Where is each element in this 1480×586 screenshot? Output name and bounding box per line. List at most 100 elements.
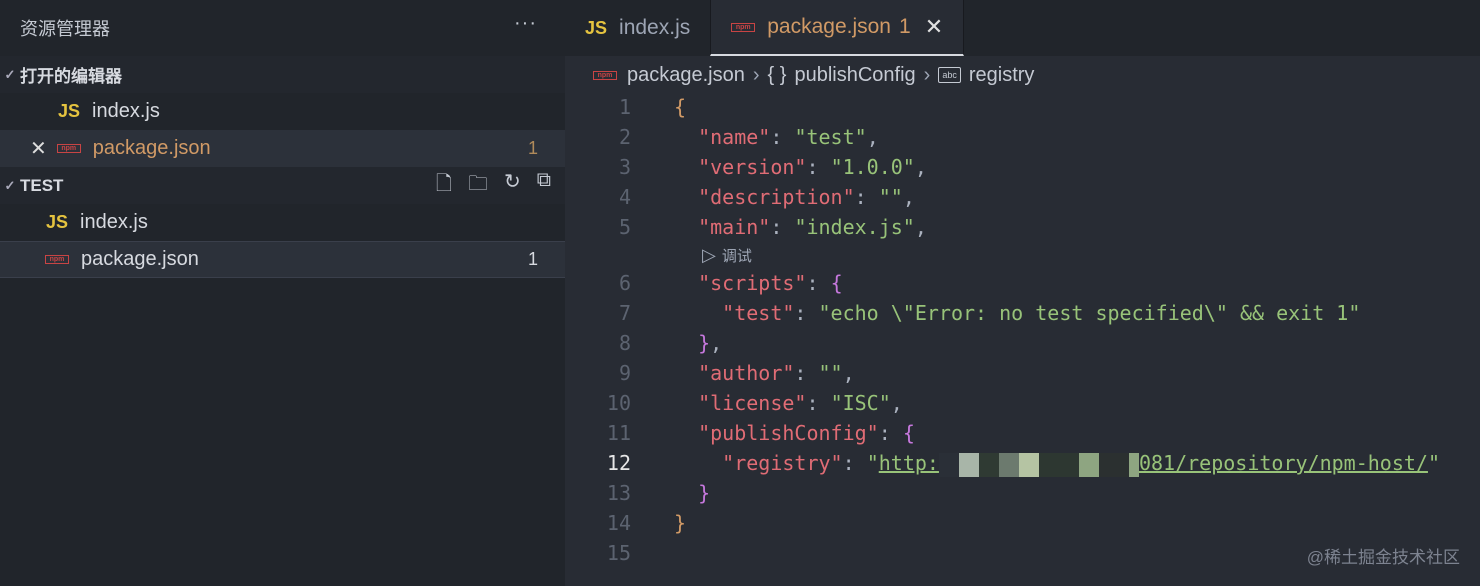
token: "publishConfig" [698, 421, 879, 445]
js-file-icon: JS [585, 17, 608, 38]
line-number: 8 [618, 331, 631, 355]
token: : [806, 271, 831, 295]
token: : [794, 301, 819, 325]
code-text: "license": "ISC", [674, 388, 903, 418]
code-text: "test": "echo \"Error: no test specified… [674, 298, 1360, 328]
token: , [914, 155, 927, 179]
token: "test" [722, 301, 795, 325]
breadcrumb-file[interactable]: package.json [627, 64, 745, 87]
token: "name" [698, 125, 771, 149]
refresh-icon[interactable]: ↻ [504, 169, 521, 203]
code-line: 4 "description": "", [565, 182, 1480, 212]
open-editors-header[interactable]: ✓ 打开的编辑器 [0, 56, 565, 93]
codelens-label: 调试 [721, 248, 752, 265]
explorer-sidebar: 资源管理器 ··· ✓ 打开的编辑器 JS index.js ✕ npm package… [0, 0, 565, 586]
code-line: 9 "author": "", [565, 358, 1480, 388]
close-icon[interactable]: ✕ [30, 136, 47, 161]
token: , [842, 361, 855, 385]
open-editor-index-js[interactable]: JS index.js [0, 93, 565, 130]
js-file-icon: JS [46, 212, 69, 232]
line-number: 6 [618, 271, 631, 295]
play-icon: ▷ [702, 245, 716, 265]
npm-file-icon: npm [45, 255, 69, 264]
code-line: 8 }, [565, 328, 1480, 358]
tab-package-json[interactable]: npm package.json 1 ✕ [710, 0, 965, 56]
explorer-title: 资源管理器 [20, 19, 110, 39]
code-text: } [674, 478, 710, 508]
line-number: 1 [618, 95, 631, 119]
file-name: index.js [80, 211, 148, 233]
code-line: 2 "name": "test", [565, 122, 1480, 152]
tab-label: index.js [619, 16, 691, 39]
npm-file-icon: npm [731, 22, 756, 32]
section-label: 打开的编辑器 [20, 67, 122, 86]
new-file-icon[interactable]: 🗋 [436, 169, 452, 203]
tree-item-package-json[interactable]: npm package.json 1 [0, 241, 565, 278]
token: "main" [698, 215, 771, 239]
token: } [674, 511, 687, 535]
token: http: [878, 451, 939, 475]
code-line: 7 "test": "echo \"Error: no test specifi… [565, 298, 1480, 328]
code-line: 10 "license": "ISC", [565, 388, 1480, 418]
problem-count-badge: 1 [527, 138, 538, 158]
watermark: @稀土掘金技术社区 [1306, 548, 1460, 567]
code-text: }, [674, 328, 722, 358]
debug-codelens[interactable]: ▷ 调试 [565, 242, 1480, 268]
code-text: "name": "test", [674, 122, 879, 152]
token: : [806, 155, 831, 179]
code-text: "publishConfig": { [674, 418, 915, 448]
project-folder-header[interactable]: ✓ TEST 🗋 🗀 ↻ ⧉ [0, 167, 565, 204]
line-number: 5 [618, 215, 631, 239]
collapse-all-icon[interactable]: ⧉ [537, 169, 551, 203]
string-icon: abc [938, 67, 961, 83]
redacted-region [938, 452, 1139, 477]
token: : [806, 391, 831, 415]
token: " [866, 451, 879, 475]
token: "license" [698, 391, 807, 415]
breadcrumb: npm package.json › { } publishConfig › abc r… [593, 60, 1034, 90]
code-line: 1{ [565, 92, 1480, 122]
token: , [914, 215, 927, 239]
token: "description" [698, 185, 855, 209]
breadcrumb-property[interactable]: registry [969, 64, 1035, 87]
tab-index-js[interactable]: JS index.js [565, 0, 710, 56]
close-tab-icon[interactable]: ✕ [925, 14, 943, 40]
token: : [854, 185, 879, 209]
breadcrumb-object[interactable]: publishConfig [794, 64, 915, 87]
chevron-right-icon: › [923, 63, 931, 86]
new-folder-icon[interactable]: 🗀 [468, 169, 488, 203]
code-line: 13 } [565, 478, 1480, 508]
code-text: } [674, 508, 686, 538]
js-file-icon: JS [58, 101, 81, 121]
file-name: package.json [92, 137, 211, 159]
token: , [902, 185, 915, 209]
code-editor[interactable]: 1{2 "name": "test", 3 "version": "1.0.0",… [565, 92, 1480, 568]
line-number: 11 [606, 421, 631, 445]
more-actions-icon[interactable]: ··· [514, 12, 537, 35]
line-number: 2 [618, 125, 631, 149]
line-number: 3 [618, 155, 631, 179]
token: "echo \"Error: no test specified\" && ex… [818, 301, 1361, 325]
line-number: 7 [618, 301, 631, 325]
code-line: 3 "version": "1.0.0", [565, 152, 1480, 182]
token: } [698, 331, 711, 355]
file-name: index.js [92, 100, 160, 122]
open-editor-package-json[interactable]: ✕ npm package.json 1 [0, 130, 565, 167]
token: , [866, 125, 879, 149]
token: { [830, 271, 843, 295]
code-line: 5 "main": "index.js", [565, 212, 1480, 242]
token: { [674, 95, 687, 119]
token: " [1427, 451, 1440, 475]
code-text: { [674, 92, 686, 122]
token: "registry" [722, 451, 843, 475]
tree-item-index-js[interactable]: JS index.js [0, 204, 565, 241]
token: "index.js" [794, 215, 915, 239]
